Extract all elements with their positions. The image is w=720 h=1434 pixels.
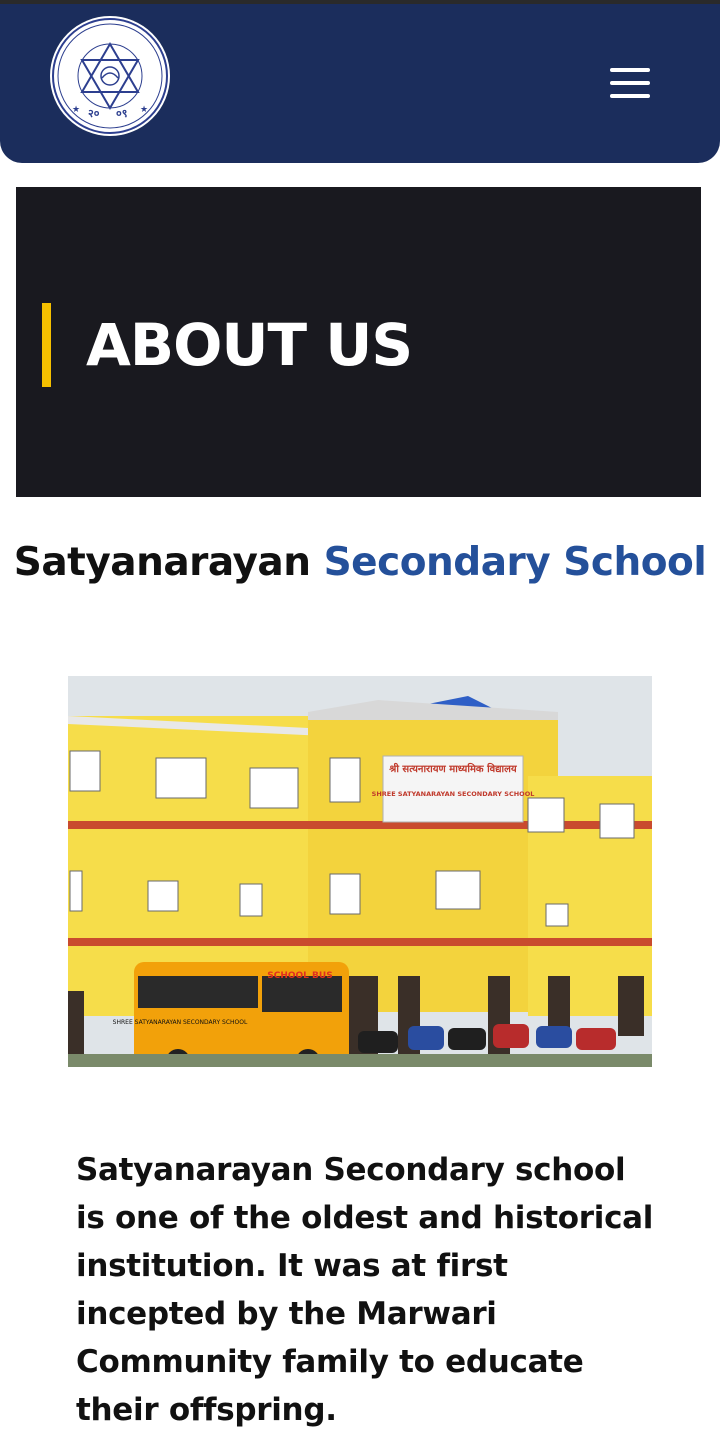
hamburger-menu-icon[interactable] [608,66,652,102]
school-logo[interactable]: ★ ★ २० ०९ [50,16,170,136]
site-header: ★ ★ २० ०९ [0,4,720,163]
hamburger-line [610,94,650,98]
page-title: ABOUT US [86,311,413,379]
svg-text:★: ★ [72,105,80,115]
logo-emblem-icon: ★ ★ [52,18,168,134]
hamburger-line [610,81,650,85]
about-paragraph: Satyanarayan Secondary school is one of … [76,1152,654,1428]
page-banner: ABOUT US [16,187,701,497]
logo-year-right: ०९ [116,107,128,120]
banner-accent-bar [42,303,51,387]
sign-devanagari: श्री सत्यनारायण माध्यमिक विद्यालय [388,762,518,775]
logo-year-left: २० [88,107,100,120]
school-name-heading: Satyanarayan Secondary School [0,536,720,590]
sign-english: SHREE SATYANARAYAN SECONDARY SCHOOL [372,790,535,798]
school-name-first: Satyanarayan [13,540,311,585]
bus-front-label: SCHOOL BUS [267,971,332,981]
hamburger-line [610,68,650,72]
bus-side-label: SHREE SATYANARAYAN SECONDARY SCHOOL [113,1019,248,1026]
school-name-accent: Secondary School [323,540,707,585]
school-building-photo: श्री सत्यनारायण माध्यमिक विद्यालय SHREE … [68,676,652,1067]
svg-text:★: ★ [140,105,148,115]
